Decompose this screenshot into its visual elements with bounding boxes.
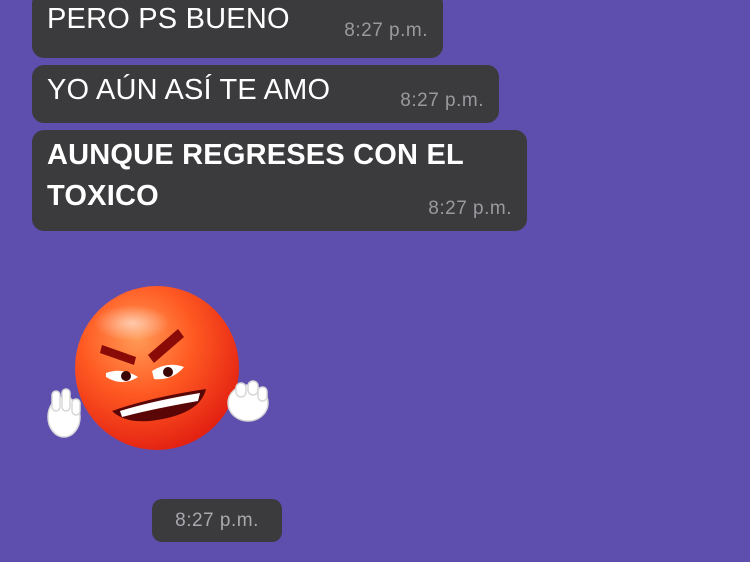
message-timestamp: 8:27 p.m. [428,198,512,219]
message-timestamp: 8:27 p.m. [400,90,484,111]
sticker-message[interactable] [40,285,275,460]
message-text: YO AÚN ASÍ TE AMO [47,74,331,106]
message-bubble[interactable]: PERO PS BUENO 8:27 p.m. [32,0,443,58]
message-bubble[interactable]: YO AÚN ASÍ TE AMO 8:27 p.m. [32,65,499,123]
sticker-timestamp: 8:27 p.m. [152,499,282,542]
message-text: PERO PS BUENO [47,3,290,35]
message-bubble[interactable]: AUNQUE REGRESES CON EL TOXICO 8:27 p.m. [32,130,527,231]
angry-emoji-icon [47,286,269,450]
message-timestamp: 8:27 p.m. [344,20,428,41]
